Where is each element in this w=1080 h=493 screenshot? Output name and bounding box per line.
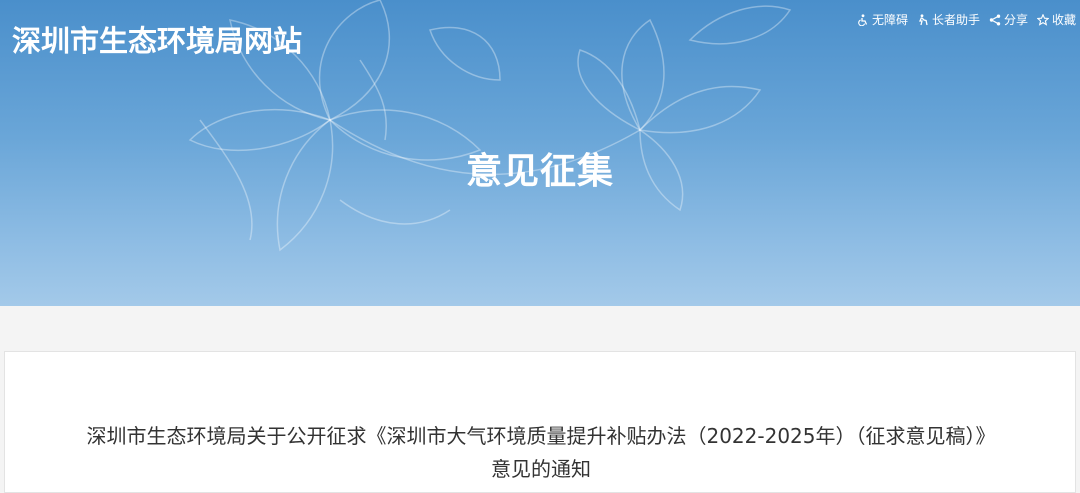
accessibility-icon <box>858 13 868 26</box>
share-icon <box>989 14 1001 25</box>
favorite-label: 收藏 <box>1051 13 1076 27</box>
site-title[interactable]: 深圳市生态环境局网站 <box>12 18 302 60</box>
star-icon <box>1036 13 1049 26</box>
elder-assist-label: 长者助手 <box>931 13 980 27</box>
share-label: 分享 <box>1003 13 1028 27</box>
accessibility-button[interactable]: 无障碍 <box>857 11 908 28</box>
favorite-button[interactable]: 收藏 <box>1036 11 1076 28</box>
page-heading: 意见征集 <box>465 151 614 192</box>
elder-assist-button[interactable]: 长者助手 <box>917 11 980 28</box>
header-banner: 深圳市生态环境局网站 无障碍 长者助手 分享 收藏 意见征集 <box>0 0 1080 306</box>
elder-assist-icon <box>918 13 928 25</box>
accessibility-label: 无障碍 <box>871 13 908 27</box>
top-toolbar: 无障碍 长者助手 分享 收藏 <box>848 11 1076 28</box>
share-button[interactable]: 分享 <box>989 11 1028 28</box>
article-card: 深圳市生态环境局关于公开征求《深圳市大气环境质量提升补贴办法（2022-2025… <box>4 351 1076 493</box>
article-title: 深圳市生态环境局关于公开征求《深圳市大气环境质量提升补贴办法（2022-2025… <box>86 424 996 481</box>
